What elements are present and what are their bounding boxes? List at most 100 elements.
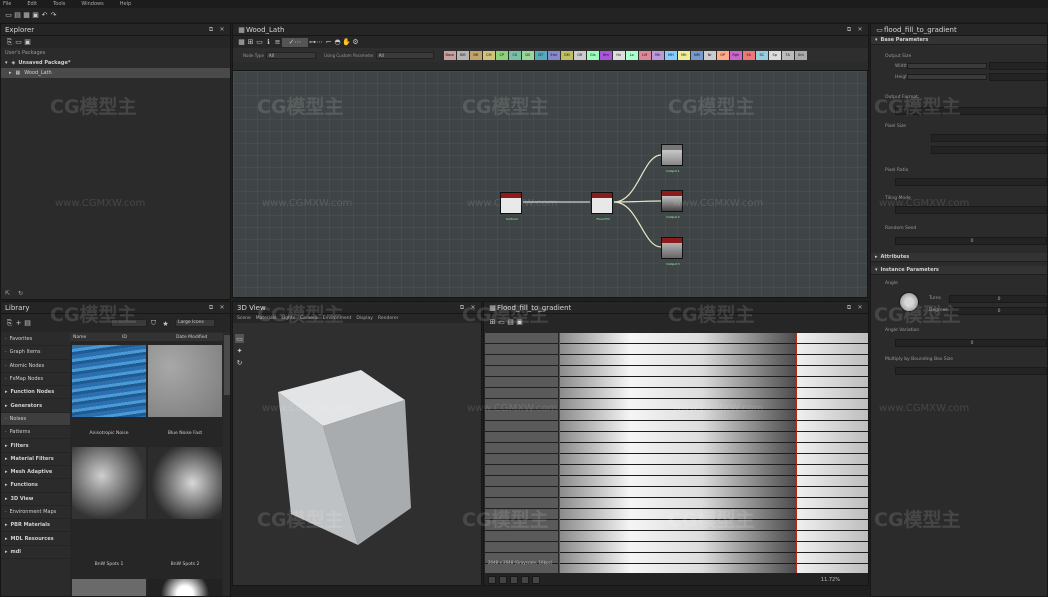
tile-icon[interactable]: ⊞	[488, 317, 497, 326]
thumb-anisotropic-noise[interactable]	[72, 345, 146, 417]
expand-arrow-icon[interactable]: ▾	[5, 60, 8, 66]
angle-variation-value[interactable]: 0	[895, 339, 1047, 347]
menu-help[interactable]: Help	[120, 1, 131, 7]
output-chip[interactable]: SC	[755, 50, 768, 60]
close-icon[interactable]: ✕	[218, 304, 226, 312]
select-tool-icon[interactable]: ✓⋯	[282, 37, 308, 47]
node-output-1[interactable]: Output 1	[661, 144, 683, 173]
output-chip[interactable]: Base	[443, 50, 456, 60]
channels-icon[interactable]: ▤	[506, 317, 515, 326]
degrees-value[interactable]: 0	[949, 307, 1047, 315]
thumb-bnw-spots-2[interactable]	[148, 447, 222, 519]
collapse-arrow-icon[interactable]: ▸	[9, 70, 12, 76]
thumb-bnw-spots-1[interactable]	[72, 447, 146, 519]
view-size-select[interactable]: Large Icons	[175, 319, 215, 327]
output-chip[interactable]: GM	[560, 50, 573, 60]
library-category[interactable]: ▸ mdl	[1, 546, 70, 560]
color-button[interactable]	[521, 576, 529, 584]
random-seed-value[interactable]: 0	[895, 237, 1047, 245]
hand-icon[interactable]: ✋	[342, 38, 351, 47]
redo-icon[interactable]: ↷	[49, 11, 58, 20]
angle-dial[interactable]	[899, 292, 919, 312]
library-category[interactable]: · Patterns	[1, 426, 70, 440]
library-category[interactable]: ▸ Generators	[1, 399, 70, 413]
zoom-level[interactable]: 11.72%	[821, 577, 840, 583]
node-uniform[interactable]: Uniform	[500, 192, 522, 221]
import-icon[interactable]: ⎘	[5, 319, 14, 328]
tiling-mode-select[interactable]	[895, 206, 1047, 214]
output-chip[interactable]: Emi	[547, 50, 560, 60]
output-chip[interactable]: Unt	[794, 50, 807, 60]
output-chip[interactable]: Gls	[586, 50, 599, 60]
custom-param-select[interactable]: All	[375, 51, 434, 59]
menu-windows[interactable]: Windows	[81, 1, 103, 7]
height-value[interactable]	[989, 73, 1047, 81]
width-value[interactable]	[989, 62, 1047, 70]
output-chip[interactable]: DS	[521, 50, 534, 60]
output-chip[interactable]: Hv	[612, 50, 625, 60]
output-chip[interactable]: Nr	[703, 50, 716, 60]
turns-value[interactable]: 0	[949, 295, 1047, 303]
frame-icon[interactable]: ▭	[497, 317, 506, 326]
pixel-ratio-select[interactable]	[895, 178, 1047, 186]
histogram-button[interactable]	[510, 576, 518, 584]
library-category[interactable]: · FxMap Nodes	[1, 373, 70, 387]
unlink-icon[interactable]: ↻	[18, 290, 23, 297]
output-chip[interactable]: NM	[690, 50, 703, 60]
close-icon[interactable]: ✕	[856, 26, 864, 34]
library-category[interactable]: ▸ Material Filters	[1, 453, 70, 466]
thumb-blue-noise-fast[interactable]	[148, 345, 222, 417]
output-chip[interactable]: GR	[573, 50, 586, 60]
width-slider[interactable]	[907, 63, 987, 69]
output-chip[interactable]: Sp	[768, 50, 781, 60]
node-output-3[interactable]: Output 3	[661, 237, 683, 266]
new-package-icon[interactable]: ⎘	[5, 38, 14, 47]
tree-item-package[interactable]: ▾ ◈ Unsaved Package*	[1, 58, 230, 68]
output-chip[interactable]: Lo	[625, 50, 638, 60]
texture-preview[interactable]: 2048 x 2048 (Grayscale, 16bpc)	[485, 333, 868, 573]
channel-button[interactable]	[488, 576, 496, 584]
section-base-parameters[interactable]: ▾ Base Parameters	[871, 36, 1047, 45]
filter-icon[interactable]: ⛉	[149, 319, 158, 328]
library-category[interactable]: ▸ PBR Materials	[1, 519, 70, 533]
library-category[interactable]: ▸ MDL Resources	[1, 532, 70, 546]
output-chip[interactable]: LM	[638, 50, 651, 60]
output-chip[interactable]: Mh	[651, 50, 664, 60]
node-type-select[interactable]: All	[265, 51, 316, 59]
settings-gear-icon[interactable]: ⚙	[351, 38, 360, 47]
column-id[interactable]: ID	[122, 335, 176, 340]
library-category[interactable]: · Noises	[1, 412, 70, 427]
node-output-2[interactable]: Output 2	[661, 190, 683, 219]
height-slider[interactable]	[907, 74, 987, 80]
thumb-noise-5[interactable]	[72, 579, 146, 596]
favorite-star-icon[interactable]: ★	[161, 319, 170, 328]
library-category[interactable]: ▸ Mesh Adaptive	[1, 466, 70, 480]
search-input[interactable]	[111, 319, 147, 327]
close-icon[interactable]: ✕	[218, 26, 226, 34]
thumb-noise-6[interactable]	[148, 579, 222, 596]
new-file-icon[interactable]: ▭	[4, 11, 13, 20]
library-category[interactable]: · Graph Items	[1, 346, 70, 360]
float-icon[interactable]: ⧉	[845, 304, 853, 312]
graph-canvas[interactable]: Uniform Flood Fill Output 1 Output 2 Out…	[232, 70, 868, 298]
align-icon[interactable]: ≡	[273, 38, 282, 47]
library-category[interactable]: ▸ Functions	[1, 479, 70, 493]
output-chip[interactable]: Rgh	[729, 50, 742, 60]
info-icon[interactable]: ℹ	[264, 38, 273, 47]
column-date[interactable]: Date Modified	[176, 335, 207, 340]
library-category[interactable]: · Favorites	[1, 333, 70, 347]
library-category[interactable]: ▸ Function Nodes	[1, 386, 70, 400]
menu-edit[interactable]: Edit	[27, 1, 37, 7]
save-icon[interactable]: ▣	[23, 38, 32, 47]
output-chip[interactable]: CM	[482, 50, 495, 60]
save-all-icon[interactable]: ▣	[31, 11, 40, 20]
float-icon[interactable]: ⧉	[207, 304, 215, 312]
pixel-size-height[interactable]	[931, 146, 1047, 154]
output-chip[interactable]: CP	[495, 50, 508, 60]
menu-tools[interactable]: Tools	[53, 1, 65, 7]
library-icon[interactable]: ▤	[23, 319, 32, 328]
output-chip[interactable]: MH	[664, 50, 677, 60]
node-flood-fill[interactable]: Flood Fill	[591, 192, 613, 221]
float-icon[interactable]: ⧉	[845, 26, 853, 34]
output-chip[interactable]: BR	[469, 50, 482, 60]
